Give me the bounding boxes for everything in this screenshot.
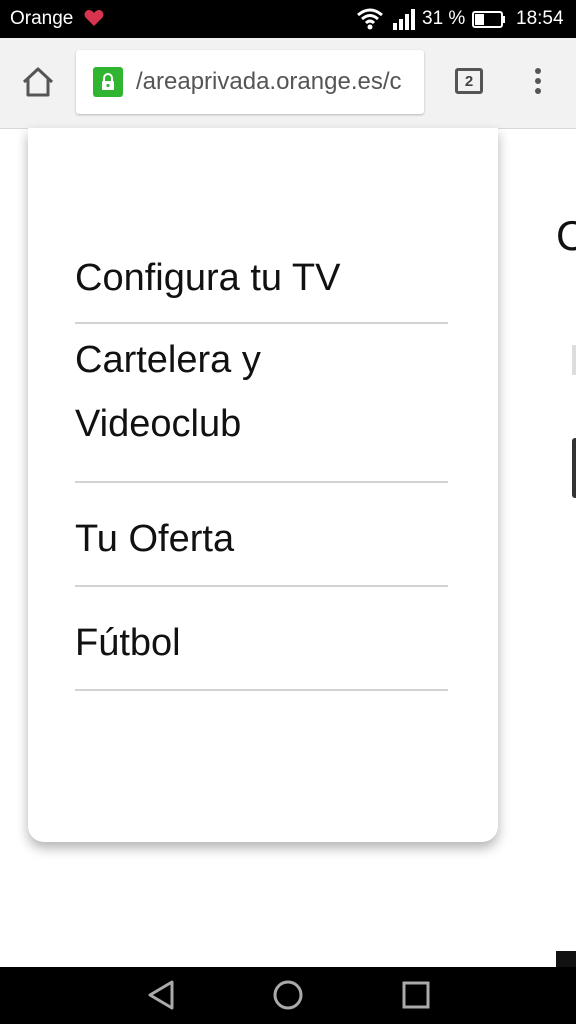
carrier-name: Orange bbox=[10, 8, 74, 29]
signal-icon bbox=[393, 9, 415, 30]
background-fragment bbox=[572, 438, 576, 498]
background-heading-fragment: C bbox=[556, 212, 576, 259]
browser-toolbar: /areaprivada.orange.es/c 2 bbox=[0, 38, 576, 129]
battery-icon bbox=[472, 11, 505, 28]
url-text: /areaprivada.orange.es/c bbox=[136, 68, 402, 95]
lock-icon bbox=[93, 67, 123, 97]
menu-item-label: Configura tu TV bbox=[75, 257, 341, 299]
wifi-icon bbox=[357, 8, 383, 30]
menu-item-configura-tv[interactable]: Configura tu TV bbox=[75, 240, 448, 324]
home-circle-icon[interactable] bbox=[272, 979, 304, 1011]
background-fragment bbox=[572, 345, 576, 375]
dropdown-menu-panel: Configura tu TV Cartelera y Videoclub Tu… bbox=[28, 128, 498, 842]
menu-item-label: Fútbol bbox=[75, 622, 181, 664]
status-bar: Orange 31 % 18:54 bbox=[0, 0, 576, 38]
menu-item-label: Tu Oferta bbox=[75, 518, 235, 560]
tabs-icon[interactable]: 2 bbox=[455, 68, 483, 94]
battery-percent: 31 % bbox=[422, 8, 466, 29]
url-bar[interactable]: /areaprivada.orange.es/c bbox=[76, 50, 424, 114]
back-icon[interactable] bbox=[146, 979, 176, 1011]
menu-item-label-line1: Cartelera y bbox=[75, 339, 261, 381]
menu-list: Configura tu TV Cartelera y Videoclub Tu… bbox=[75, 240, 448, 691]
menu-item-label-line2: Videoclub bbox=[75, 403, 242, 445]
menu-item-tu-oferta[interactable]: Tu Oferta bbox=[75, 483, 448, 587]
system-nav-bar bbox=[0, 967, 576, 1024]
menu-item-futbol[interactable]: Fútbol bbox=[75, 587, 448, 691]
heart-icon bbox=[84, 10, 104, 26]
overflow-menu-icon[interactable] bbox=[530, 68, 546, 98]
home-icon[interactable] bbox=[20, 64, 56, 100]
recents-icon[interactable] bbox=[402, 981, 430, 1009]
menu-item-cartelera-videoclub[interactable]: Cartelera y Videoclub bbox=[75, 324, 448, 483]
clock: 18:54 bbox=[516, 8, 564, 29]
background-fragment bbox=[556, 951, 576, 967]
